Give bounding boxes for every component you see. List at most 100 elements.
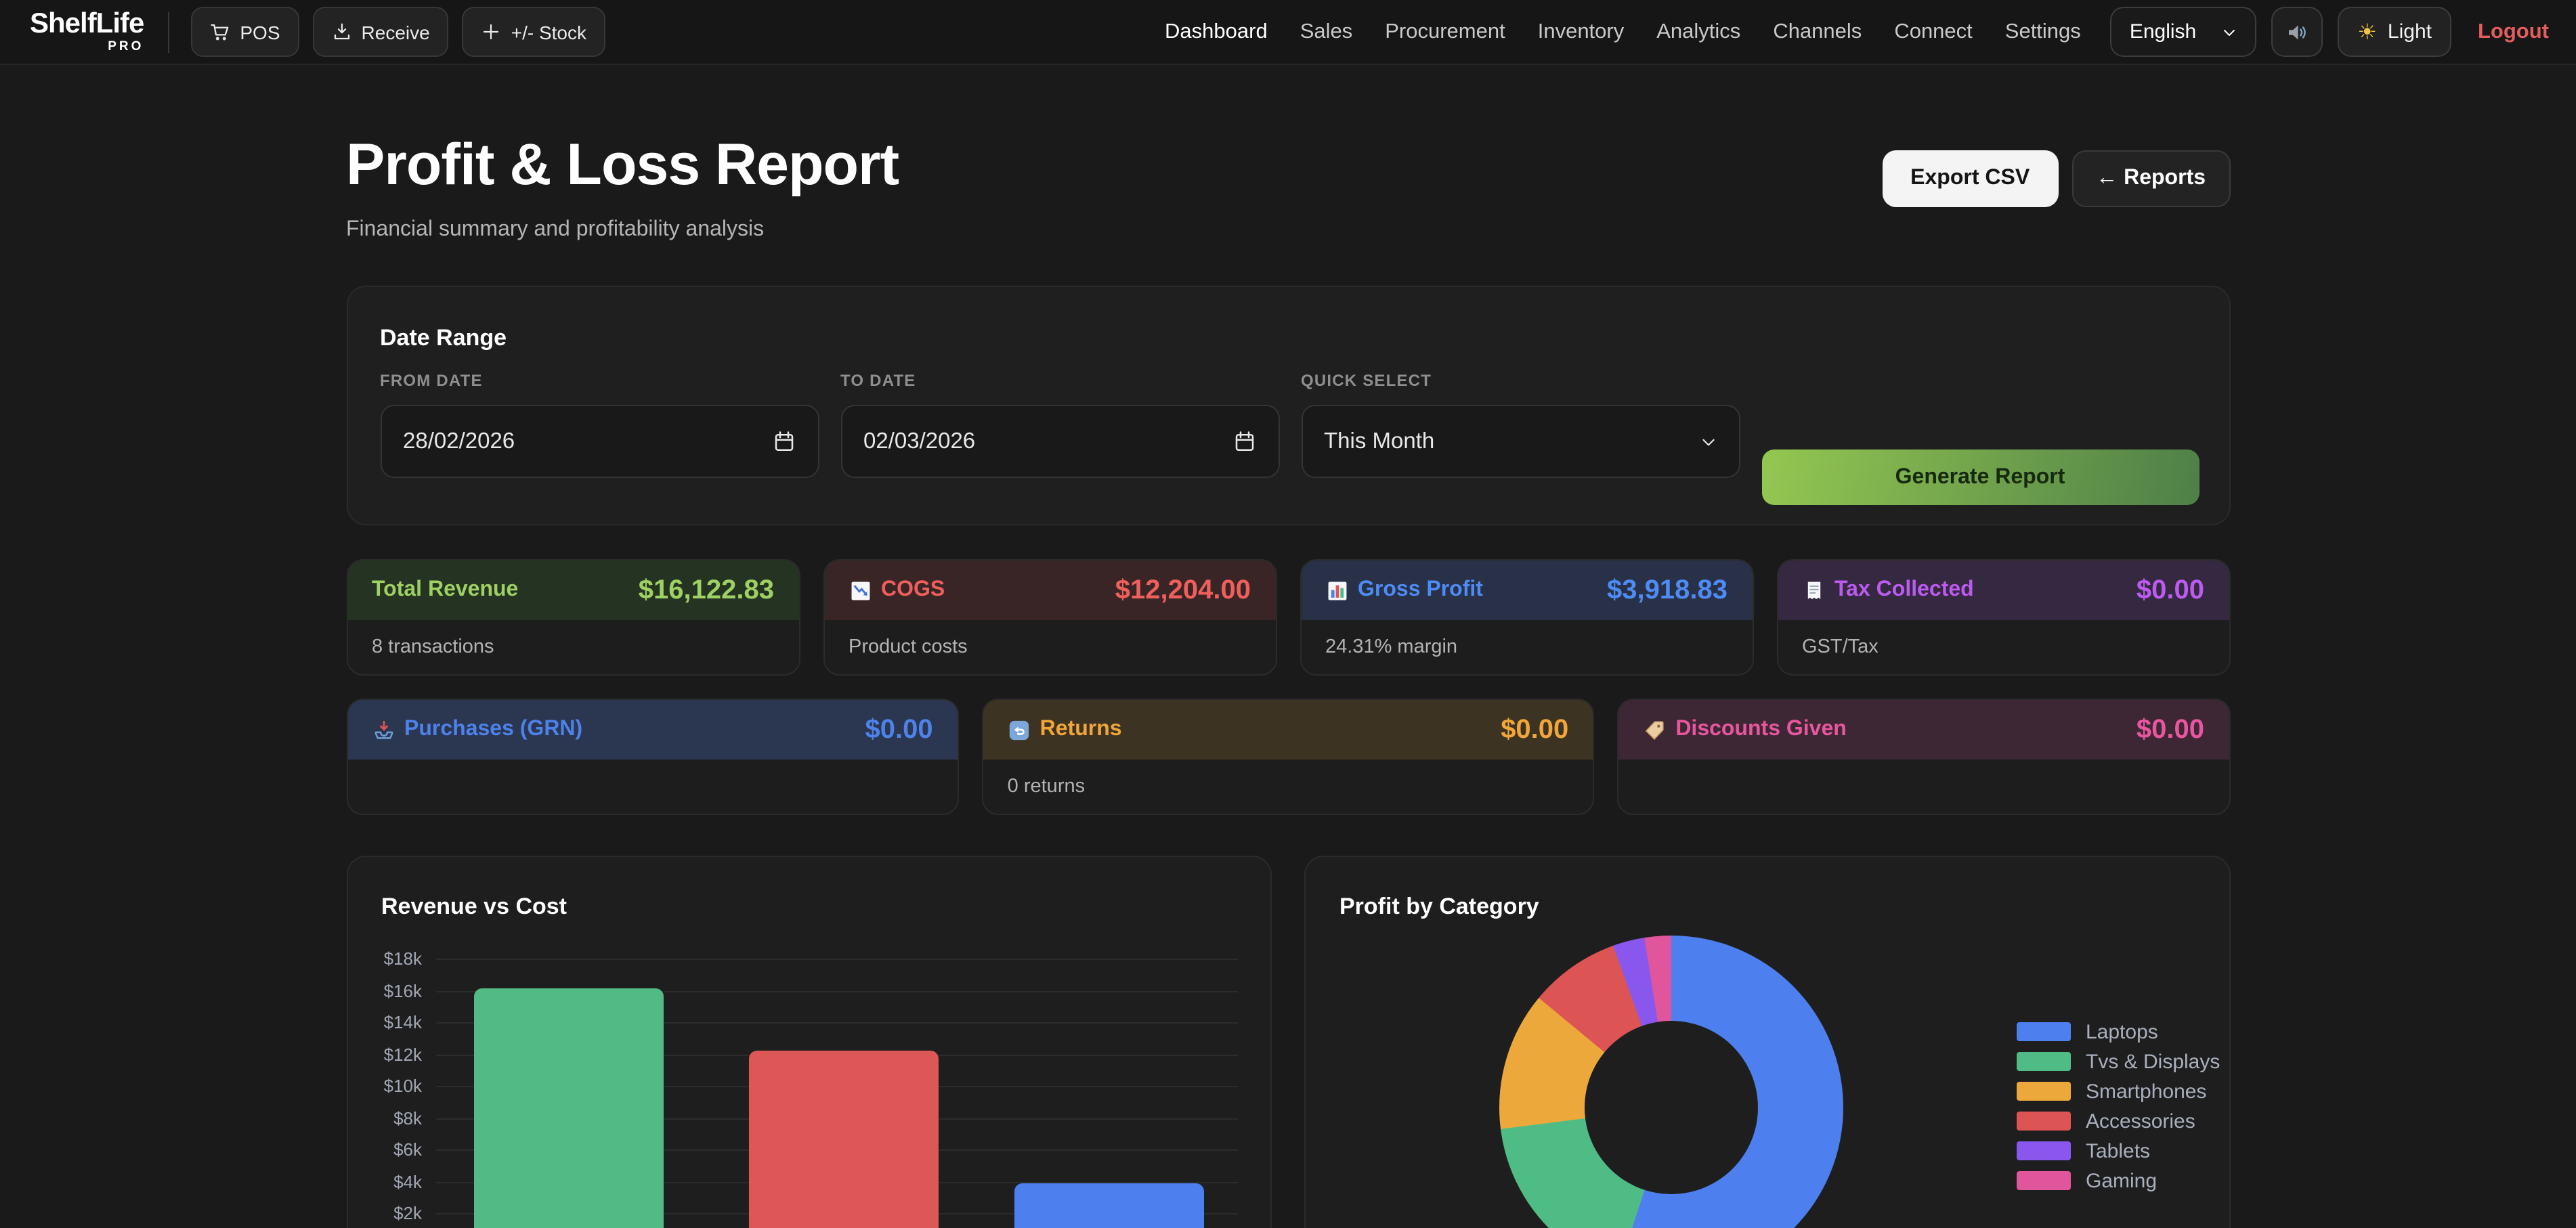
- nav-link-sales[interactable]: Sales: [1300, 20, 1353, 44]
- stats-row-2: Purchases (GRN) $0.00 Returns $0.00 0 re…: [346, 699, 2230, 815]
- tax-collected-card: Tax Collected $0.00 GST/Tax: [1776, 559, 2230, 676]
- legend-swatch: [2017, 1171, 2071, 1190]
- quick-select-label: QUICK SELECT: [1301, 371, 1761, 390]
- legend-swatch: [2017, 1052, 2071, 1071]
- gridline: [435, 959, 1238, 960]
- brand-name: ShelfLife: [30, 10, 144, 39]
- from-date-input[interactable]: 28/02/2026: [380, 405, 819, 478]
- adjust-stock-button[interactable]: +/- Stock: [463, 7, 605, 57]
- logout-button[interactable]: Logout: [2478, 20, 2549, 44]
- nav-link-inventory[interactable]: Inventory: [1538, 20, 1625, 44]
- nav-link-channels[interactable]: Channels: [1773, 20, 1862, 44]
- stat-subtitle: 24.31% margin: [1325, 636, 1457, 658]
- calendar-icon[interactable]: [1232, 429, 1256, 454]
- from-date-label: FROM DATE: [380, 371, 840, 390]
- nav-link-analytics[interactable]: Analytics: [1656, 20, 1740, 44]
- stat-label: Tax Collected: [1834, 578, 1974, 602]
- stat-value: $16,122.83: [639, 575, 774, 606]
- legend-item: Laptops: [2017, 1022, 2220, 1041]
- pos-button[interactable]: POS: [191, 7, 299, 57]
- page-header: Profit & Loss Report Financial summary a…: [346, 133, 2230, 242]
- app-logo[interactable]: ShelfLife PRO: [30, 10, 144, 54]
- inbox-icon: [372, 718, 395, 741]
- page-title: Profit & Loss Report: [346, 133, 899, 199]
- main-content: Profit & Loss Report Financial summary a…: [346, 65, 2230, 1228]
- pos-label: POS: [240, 21, 280, 43]
- total-revenue-card: Total Revenue $16,122.83 8 transactions: [346, 559, 800, 676]
- back-to-reports-button[interactable]: ← Reports: [2071, 150, 2230, 207]
- chart-legend: Laptops Tvs & Displays Smartphones Acces…: [2017, 1022, 2220, 1190]
- stat-label: Discounts Given: [1675, 718, 1847, 742]
- y-axis-tick: $10k: [384, 1076, 422, 1096]
- speaker-icon: [2284, 20, 2309, 44]
- y-axis-tick: $18k: [384, 948, 422, 969]
- navbar-controls: English ☀ Light Logout: [2111, 7, 2549, 57]
- language-select[interactable]: English: [2111, 7, 2256, 57]
- stat-label: Returns: [1040, 718, 1122, 742]
- stat-subtitle: 8 transactions: [372, 636, 494, 658]
- adjust-stock-label: +/- Stock: [511, 21, 586, 43]
- chevron-down-icon: [2220, 24, 2237, 40]
- discounts-given-card: Discounts Given $0.00: [1617, 699, 2230, 815]
- y-axis-tick: $12k: [384, 1044, 422, 1064]
- cogs-card: COGS $12,204.00 Product costs: [823, 559, 1276, 676]
- legend-swatch: [2017, 1082, 2071, 1101]
- nav-link-procurement[interactable]: Procurement: [1385, 20, 1505, 44]
- gross-profit-card: Gross Profit $3,918.83 24.31% margin: [1300, 559, 1753, 676]
- plus-icon: [481, 22, 502, 42]
- nav-link-settings[interactable]: Settings: [2005, 20, 2081, 44]
- quick-select-dropdown[interactable]: This Month: [1301, 405, 1740, 478]
- stat-subtitle: GST/Tax: [1802, 636, 1879, 658]
- purchases-grn-card: Purchases (GRN) $0.00: [346, 699, 959, 815]
- sun-icon: ☀: [2357, 18, 2377, 45]
- chart-down-icon: [849, 579, 872, 602]
- theme-toggle-label: Light: [2388, 20, 2432, 43]
- quick-actions: POS Receive +/- Stock: [191, 7, 605, 57]
- legend-item: Tvs & Displays: [2017, 1052, 2220, 1071]
- generate-report-button[interactable]: Generate Report: [1761, 449, 2199, 505]
- donut-chart: [1499, 936, 1843, 1228]
- bar-chart-icon: [1325, 579, 1348, 602]
- receipt-icon: [1802, 579, 1825, 602]
- nav-link-connect[interactable]: Connect: [1894, 20, 1972, 44]
- language-selected: English: [2130, 20, 2196, 43]
- chart-title: Revenue vs Cost: [381, 894, 567, 921]
- date-range-card: Date Range FROM DATE 28/02/2026 TO DATE …: [346, 286, 2230, 525]
- y-axis-tick: $2k: [393, 1203, 422, 1223]
- receive-label: Receive: [362, 21, 430, 43]
- bar-profit: [1014, 1183, 1203, 1228]
- legend-label: Smartphones: [2086, 1080, 2206, 1103]
- to-date-input[interactable]: 02/03/2026: [840, 405, 1279, 478]
- legend-label: Accessories: [2086, 1110, 2195, 1133]
- legend-swatch: [2017, 1022, 2071, 1041]
- stat-value: $3,918.83: [1607, 575, 1727, 606]
- charts-row: Revenue vs Cost $18k$16k$14k$12k$10k$8k$…: [346, 856, 2230, 1228]
- stat-value: $0.00: [865, 714, 933, 745]
- calendar-icon[interactable]: [771, 429, 796, 454]
- stat-subtitle: 0 returns: [1008, 776, 1085, 797]
- stat-label: Total Revenue: [372, 578, 518, 602]
- receive-button[interactable]: Receive: [313, 7, 449, 57]
- legend-swatch: [2017, 1112, 2071, 1131]
- return-arrow-icon: [1008, 718, 1031, 741]
- profit-loss-report-page: ShelfLife PRO POS Receive +/- Stock Dash…: [0, 0, 2576, 1228]
- stat-label: Gross Profit: [1358, 578, 1483, 602]
- revenue-vs-cost-chart-card: Revenue vs Cost $18k$16k$14k$12k$10k$8k$…: [346, 856, 1272, 1228]
- chart-title: Profit by Category: [1339, 894, 1539, 921]
- bar-cogs: [748, 1051, 938, 1228]
- export-csv-button[interactable]: Export CSV: [1882, 150, 2058, 207]
- stat-label: Purchases (GRN): [404, 718, 582, 742]
- stat-value: $0.00: [1501, 714, 1568, 745]
- theme-toggle-button[interactable]: ☀ Light: [2337, 7, 2452, 57]
- y-axis-tick: $16k: [384, 980, 422, 1001]
- stat-label: COGS: [881, 578, 945, 602]
- sound-button[interactable]: [2271, 7, 2322, 57]
- y-axis-tick: $4k: [393, 1171, 422, 1191]
- y-axis-tick: $14k: [384, 1012, 422, 1032]
- legend-label: Tvs & Displays: [2086, 1050, 2220, 1073]
- stat-value: $0.00: [2137, 714, 2204, 745]
- nav-link-dashboard[interactable]: Dashboard: [1165, 20, 1268, 44]
- bar-revenue: [473, 988, 663, 1228]
- divider: [168, 12, 169, 52]
- download-icon: [332, 22, 352, 42]
